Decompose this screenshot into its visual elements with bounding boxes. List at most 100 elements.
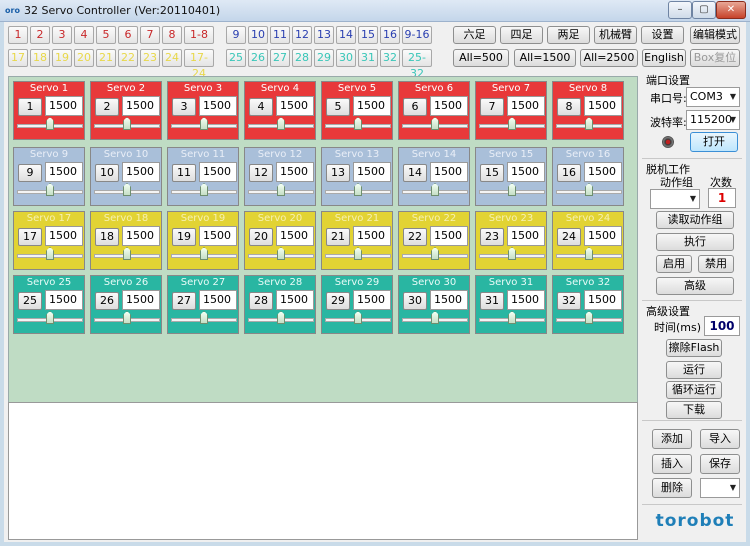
row1-servo-14-button[interactable]: 14 [336, 26, 356, 44]
quadruped-button[interactable]: 四足 [500, 26, 543, 44]
servo-value-input[interactable]: 1500 [276, 290, 314, 310]
servo-id-button[interactable]: 31 [480, 292, 504, 310]
row2-servo-25-button[interactable]: 25 [226, 49, 246, 67]
servo-id-button[interactable]: 7 [480, 98, 504, 116]
row1-servo-15-button[interactable]: 15 [358, 26, 378, 44]
servo-id-button[interactable]: 13 [326, 164, 350, 182]
run-button[interactable]: 运行 [666, 361, 722, 379]
servo-value-input[interactable]: 1500 [584, 226, 622, 246]
servo-value-input[interactable]: 1500 [122, 226, 160, 246]
biped-button[interactable]: 两足 [547, 26, 590, 44]
settings-button[interactable]: 设置 [641, 26, 684, 44]
servo-id-button[interactable]: 21 [326, 228, 350, 246]
count-input[interactable]: 1 [708, 188, 736, 208]
row2-servo-31-button[interactable]: 31 [358, 49, 378, 67]
servo-slider-thumb[interactable] [508, 183, 516, 196]
servo-value-input[interactable]: 1500 [353, 290, 391, 310]
servo-slider-thumb[interactable] [431, 311, 439, 324]
servo-id-button[interactable]: 32 [557, 292, 581, 310]
servo-value-input[interactable]: 1500 [276, 162, 314, 182]
servo-slider-thumb[interactable] [46, 183, 54, 196]
row2-servo-29-button[interactable]: 29 [314, 49, 334, 67]
row2-servo-24-button[interactable]: 24 [162, 49, 182, 67]
all-1500-button[interactable]: All=1500 [514, 49, 576, 67]
servo-slider-thumb[interactable] [123, 311, 131, 324]
servo-value-input[interactable]: 1500 [430, 162, 468, 182]
servo-id-button[interactable]: 10 [95, 164, 119, 182]
servo-id-button[interactable]: 28 [249, 292, 273, 310]
english-button[interactable]: English [642, 49, 686, 67]
advanced-button[interactable]: 高级 [656, 277, 734, 295]
servo-id-button[interactable]: 26 [95, 292, 119, 310]
action-list-area[interactable] [8, 402, 638, 540]
row2-servo-32-button[interactable]: 32 [380, 49, 400, 67]
row1-servo-6-button[interactable]: 6 [118, 26, 138, 44]
servo-id-button[interactable]: 4 [249, 98, 273, 116]
row1-servo-16-button[interactable]: 16 [380, 26, 400, 44]
servo-value-input[interactable]: 1500 [584, 162, 622, 182]
erase-flash-button[interactable]: 擦除Flash [666, 339, 722, 357]
servo-slider-thumb[interactable] [200, 247, 208, 260]
row2-servo-22-button[interactable]: 22 [118, 49, 138, 67]
delete-button[interactable]: 删除 [652, 478, 692, 498]
servo-value-input[interactable]: 1500 [122, 96, 160, 116]
row1-servo-12-button[interactable]: 12 [292, 26, 312, 44]
insert-button[interactable]: 插入 [652, 454, 692, 474]
servo-value-input[interactable]: 1500 [45, 226, 83, 246]
row1-servo-10-button[interactable]: 10 [248, 26, 268, 44]
servo-value-input[interactable]: 1500 [45, 96, 83, 116]
servo-slider-thumb[interactable] [508, 117, 516, 130]
all-500-button[interactable]: All=500 [453, 49, 509, 67]
row1-servo-5-button[interactable]: 5 [96, 26, 116, 44]
servo-slider-thumb[interactable] [585, 183, 593, 196]
servo-id-button[interactable]: 12 [249, 164, 273, 182]
servo-value-input[interactable]: 1500 [276, 96, 314, 116]
execute-button[interactable]: 执行 [656, 233, 734, 251]
servo-slider-thumb[interactable] [277, 311, 285, 324]
servo-id-button[interactable]: 19 [172, 228, 196, 246]
row1-servo-8-button[interactable]: 8 [162, 26, 182, 44]
servo-slider-thumb[interactable] [431, 183, 439, 196]
servo-value-input[interactable]: 1500 [45, 290, 83, 310]
servo-value-input[interactable]: 1500 [430, 226, 468, 246]
servo-slider-thumb[interactable] [200, 117, 208, 130]
servo-slider-thumb[interactable] [585, 247, 593, 260]
port-select[interactable]: COM3 ▼ [686, 87, 740, 107]
servo-slider-thumb[interactable] [585, 311, 593, 324]
row2-servo-21-button[interactable]: 21 [96, 49, 116, 67]
delete-options-select[interactable]: ▼ [700, 478, 740, 498]
robot-arm-button[interactable]: 机械臂 [594, 26, 637, 44]
servo-value-input[interactable]: 1500 [45, 162, 83, 182]
servo-id-button[interactable]: 9 [18, 164, 42, 182]
row1-servo-1-button[interactable]: 1 [8, 26, 28, 44]
servo-id-button[interactable]: 23 [480, 228, 504, 246]
servo-value-input[interactable]: 1500 [276, 226, 314, 246]
servo-id-button[interactable]: 5 [326, 98, 350, 116]
servo-id-button[interactable]: 17 [18, 228, 42, 246]
servo-value-input[interactable]: 1500 [507, 96, 545, 116]
close-button[interactable]: ✕ [716, 1, 746, 19]
servo-slider-thumb[interactable] [585, 117, 593, 130]
row1-servo-7-button[interactable]: 7 [140, 26, 160, 44]
maximize-button[interactable]: ▢ [692, 1, 716, 19]
add-button[interactable]: 添加 [652, 429, 692, 449]
servo-value-input[interactable]: 1500 [199, 162, 237, 182]
row1-servo-2-button[interactable]: 2 [30, 26, 50, 44]
servo-value-input[interactable]: 1500 [353, 162, 391, 182]
servo-slider-thumb[interactable] [200, 183, 208, 196]
time-input[interactable]: 100 [704, 316, 740, 336]
servo-id-button[interactable]: 27 [172, 292, 196, 310]
servo-slider-thumb[interactable] [46, 311, 54, 324]
minimize-button[interactable]: – [668, 1, 692, 19]
save-button[interactable]: 保存 [700, 454, 740, 474]
row2-servo-30-button[interactable]: 30 [336, 49, 356, 67]
row2-range-25-32-button[interactable]: 25-32 [402, 49, 432, 80]
servo-value-input[interactable]: 1500 [507, 162, 545, 182]
row2-range-17-24-button[interactable]: 17-24 [184, 49, 214, 80]
servo-id-button[interactable]: 20 [249, 228, 273, 246]
servo-value-input[interactable]: 1500 [507, 226, 545, 246]
servo-id-button[interactable]: 16 [557, 164, 581, 182]
servo-id-button[interactable]: 6 [403, 98, 427, 116]
servo-slider-thumb[interactable] [277, 183, 285, 196]
baud-select[interactable]: 115200 ▼ [686, 110, 740, 130]
